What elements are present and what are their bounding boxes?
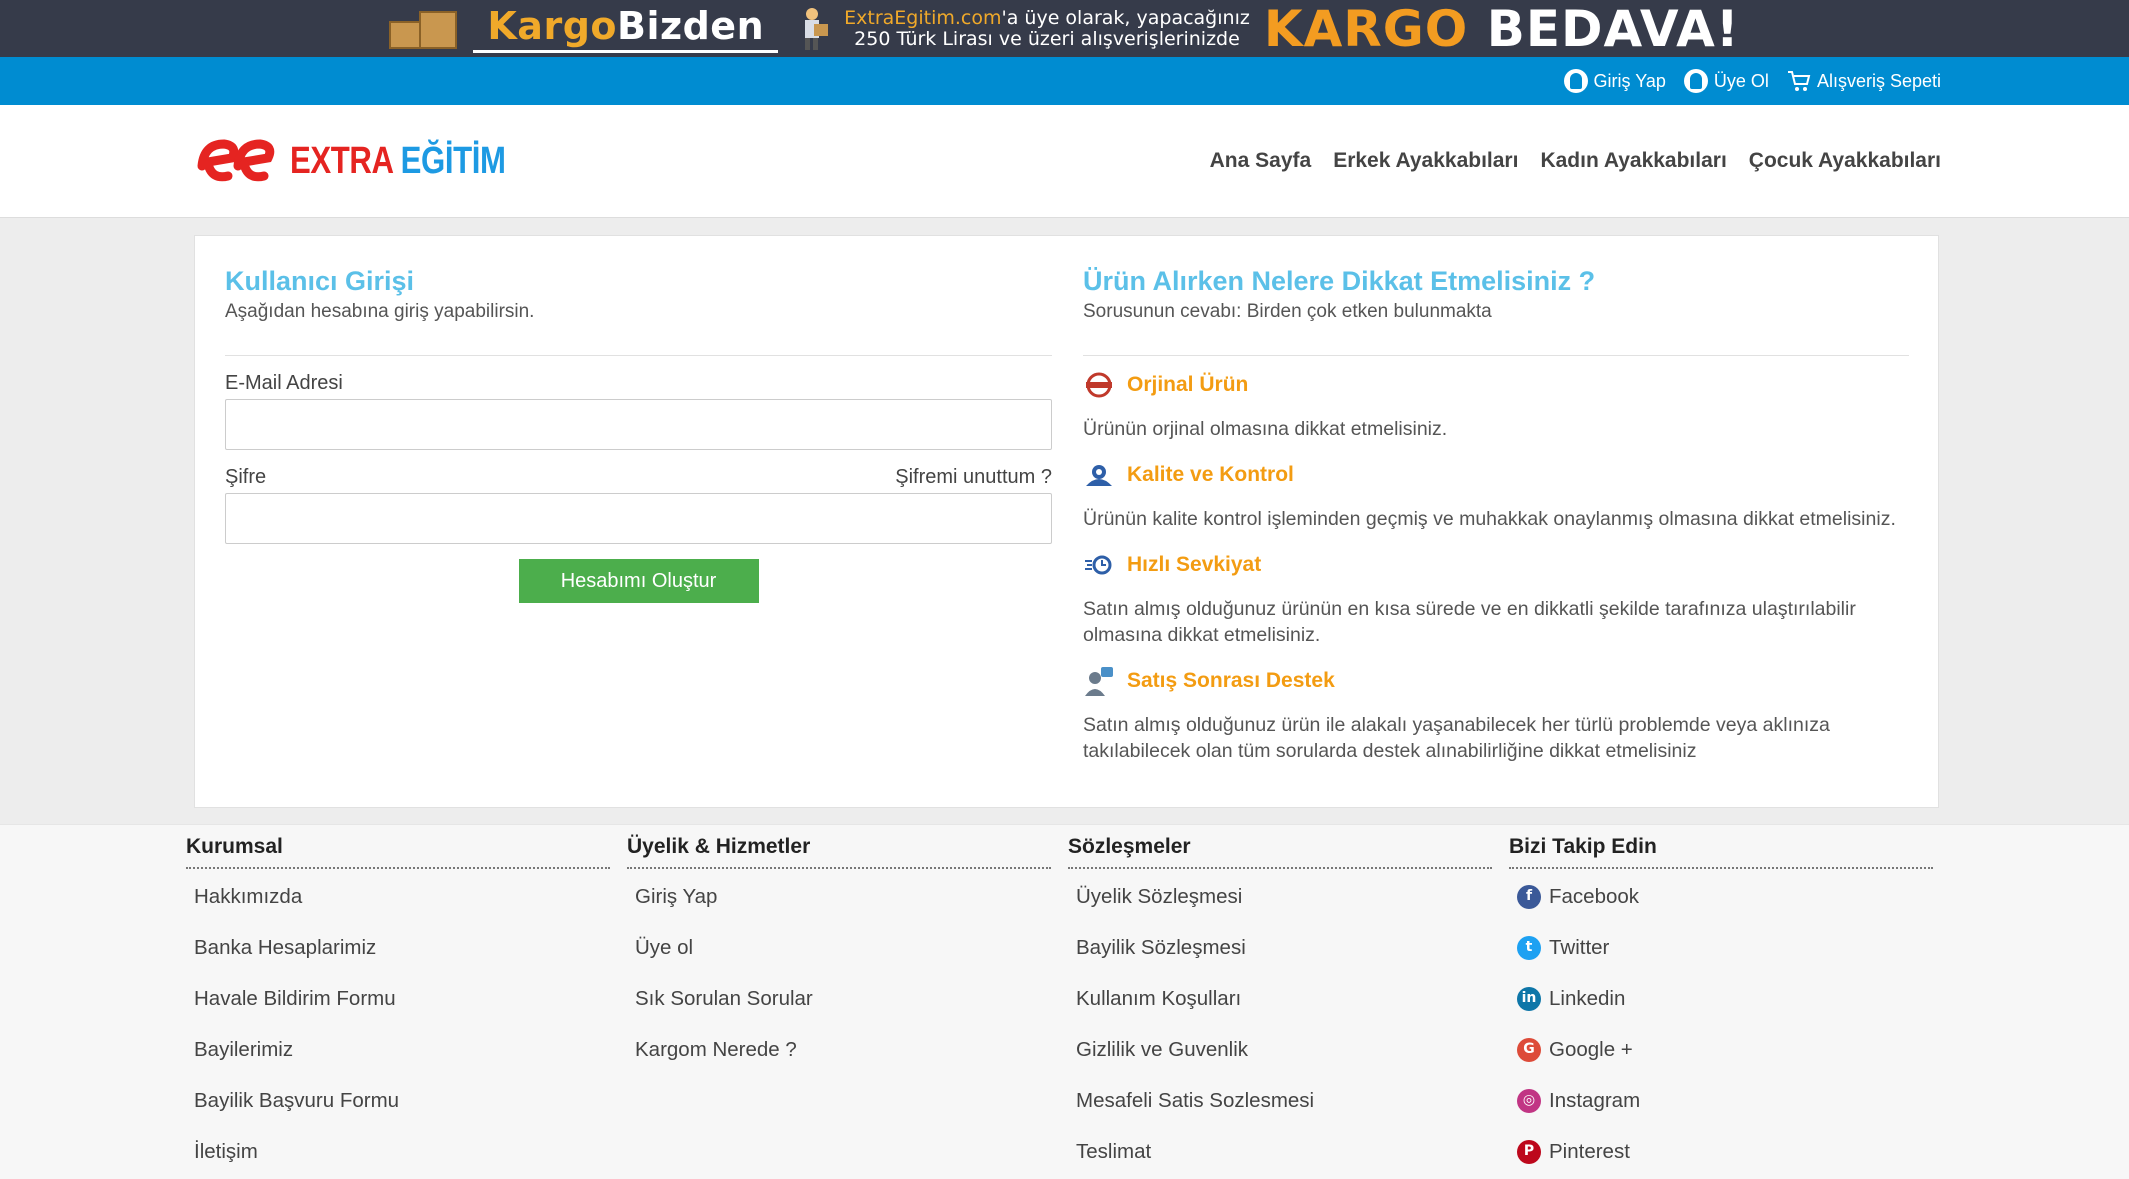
user-icon xyxy=(1563,69,1588,93)
free-shipping-text: KARGO BEDAVA! xyxy=(1263,0,1740,58)
footer-link[interactable]: İletişim xyxy=(194,1126,610,1177)
social-link-linkedin[interactable]: in Linkedin xyxy=(1517,973,1933,1024)
quality-icon xyxy=(1083,460,1115,490)
email-label: E-Mail Adresi xyxy=(225,372,343,394)
promo-banner[interactable]: KargoBizden ExtraEgitim.com'a üye olarak… xyxy=(0,0,2129,58)
footer-link[interactable]: Bayilik Sözleşmesi xyxy=(1076,922,1492,973)
nav-home[interactable]: Ana Sayfa xyxy=(1210,149,1312,173)
site-logo[interactable]: EXTRA EĞİTİM xyxy=(194,136,553,186)
linkedin-icon: in xyxy=(1517,986,1541,1011)
cart-icon xyxy=(1787,71,1811,91)
social-link-pinterest[interactable]: P Pinterest xyxy=(1517,1126,1933,1177)
pinterest-icon: P xyxy=(1517,1139,1541,1164)
forgot-password-link[interactable]: Şifremi unuttum ? xyxy=(895,466,1052,489)
footer-link[interactable]: Kargom Nerede ? xyxy=(635,1024,1051,1075)
footer-col-title: Sözleşmeler xyxy=(1068,835,1492,869)
social-link-facebook[interactable]: f Facebook xyxy=(1517,871,1933,922)
email-field[interactable] xyxy=(225,399,1052,450)
tip-heading: Orjinal Ürün xyxy=(1083,370,1909,400)
social-link-twitter[interactable]: t Twitter xyxy=(1517,922,1933,973)
courier-icon xyxy=(805,7,829,50)
buying-tips: Ürün Alırken Nelere Dikkat Etmelisiniz ?… xyxy=(1083,266,1909,764)
site-footer: Kurumsal Hakkımızda Banka Hesaplarimiz H… xyxy=(0,824,2129,1179)
extra-egitim-logo-icon xyxy=(197,139,275,182)
create-account-button[interactable]: Hesabımı Oluştur xyxy=(518,559,759,603)
footer-link[interactable]: Bayilerimiz xyxy=(194,1024,610,1075)
tip-heading: Kalite ve Kontrol xyxy=(1083,460,1909,490)
tips-title: Ürün Alırken Nelere Dikkat Etmelisiniz ? xyxy=(1083,266,1596,296)
footer-link[interactable]: Hakkımızda xyxy=(194,871,610,922)
footer-col-title: Bizi Takip Edin xyxy=(1509,835,1933,869)
nav-men-shoes[interactable]: Erkek Ayakkabıları xyxy=(1333,149,1518,173)
login-title: Kullanıcı Girişi xyxy=(225,266,415,296)
nav-women-shoes[interactable]: Kadın Ayakkabıları xyxy=(1540,149,1726,173)
login-form: Kullanıcı Girişi Aşağıdan hesabına giriş… xyxy=(225,266,1052,603)
footer-col-social: Bizi Takip Edin f Facebook t Twitter in Lin… xyxy=(1509,835,1933,1177)
tip-heading: Satış Sonrası Destek xyxy=(1083,666,1909,696)
facebook-icon: f xyxy=(1517,884,1541,909)
footer-col-corporate: Kurumsal Hakkımızda Banka Hesaplarimiz H… xyxy=(186,835,610,1177)
nav-kids-shoes[interactable]: Çocuk Ayakkabıları xyxy=(1749,149,1941,173)
user-icon xyxy=(1683,69,1708,93)
tip-text: Ürünün kalite kontrol işleminden geçmiş … xyxy=(1083,508,1896,530)
footer-link[interactable]: Teslimat xyxy=(1076,1126,1492,1177)
footer-link[interactable]: Üye ol xyxy=(635,922,1051,973)
twitter-icon: t xyxy=(1517,935,1541,960)
footer-col-title: Üyelik & Hizmetler xyxy=(627,835,1051,869)
kargobizden-logo: KargoBizden xyxy=(473,4,779,53)
tip-text: Satın almış olduğunuz ürünün en kısa sür… xyxy=(1083,598,1856,646)
login-subtitle: Aşağıdan hesabına giriş yapabilirsin. xyxy=(225,301,1052,356)
google-plus-icon: G xyxy=(1517,1037,1541,1062)
cargo-boxes-icon xyxy=(389,7,459,51)
cart-link[interactable]: Alışveriş Sepeti xyxy=(1787,70,1941,92)
password-field[interactable] xyxy=(225,493,1052,544)
tip-text: Satın almış olduğunuz ürün ile alakalı y… xyxy=(1083,714,1830,762)
footer-col-contracts: Sözleşmeler Üyelik Sözleşmesi Bayilik Sö… xyxy=(1068,835,1492,1177)
promo-text: ExtraEgitim.com'a üye olarak, yapacağını… xyxy=(844,6,1250,50)
password-label: Şifre xyxy=(225,466,267,488)
footer-link[interactable]: Havale Bildirim Formu xyxy=(194,973,610,1024)
footer-link[interactable]: Üyelik Sözleşmesi xyxy=(1076,871,1492,922)
social-link-google-plus[interactable]: G Google + xyxy=(1517,1024,1933,1075)
tips-subtitle: Sorusunun cevabı: Birden çok etken bulun… xyxy=(1083,301,1909,356)
original-badge-icon xyxy=(1083,370,1115,400)
social-link-instagram[interactable]: ◎ Instagram xyxy=(1517,1075,1933,1126)
instagram-icon: ◎ xyxy=(1517,1088,1541,1113)
site-header: EXTRA EĞİTİM Ana Sayfa Erkek Ayakkabılar… xyxy=(0,105,2129,218)
tip-text: Ürünün orjinal olmasına dikkat etmelisin… xyxy=(1083,418,1448,440)
top-bar: Giriş Yap Üye Ol Alışveriş Sepeti xyxy=(0,57,2129,105)
footer-col-membership: Üyelik & Hizmetler Giriş Yap Üye ol Sık … xyxy=(627,835,1051,1075)
tip-heading: Hızlı Sevkiyat xyxy=(1083,550,1909,580)
footer-link[interactable]: Gizlilik ve Guvenlik xyxy=(1076,1024,1492,1075)
login-link[interactable]: Giriş Yap xyxy=(1563,69,1666,93)
footer-link[interactable]: Mesafeli Satis Sozlesmesi xyxy=(1076,1075,1492,1126)
footer-col-title: Kurumsal xyxy=(186,835,610,869)
footer-link[interactable]: Bayilik Başvuru Formu xyxy=(194,1075,610,1126)
support-icon xyxy=(1083,666,1115,696)
footer-link[interactable]: Sık Sorulan Sorular xyxy=(635,973,1051,1024)
main-panel: Kullanıcı Girişi Aşağıdan hesabına giriş… xyxy=(194,235,1939,808)
fast-shipping-icon xyxy=(1083,550,1115,580)
main-nav: Ana Sayfa Erkek Ayakkabıları Kadın Ayakk… xyxy=(1210,149,1941,173)
footer-link[interactable]: Giriş Yap xyxy=(635,871,1051,922)
footer-link[interactable]: Banka Hesaplarimiz xyxy=(194,922,610,973)
footer-link[interactable]: Kullanım Koşulları xyxy=(1076,973,1492,1024)
register-link[interactable]: Üye Ol xyxy=(1683,69,1769,93)
